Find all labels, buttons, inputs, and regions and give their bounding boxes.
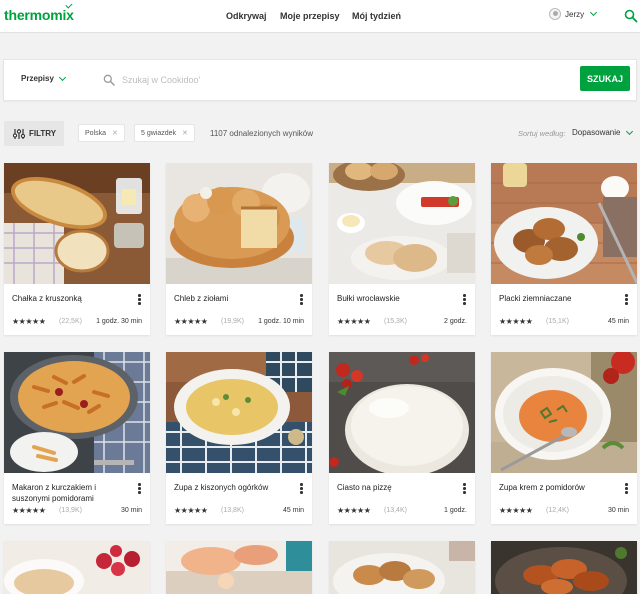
close-icon[interactable]: ✕ [112,130,118,137]
search-icon[interactable] [624,9,638,23]
recipe-card[interactable] [166,541,312,594]
cook-time: 2 godz. [444,318,467,325]
filter-chip-polska[interactable]: Polska ✕ [78,124,125,142]
logo-text: thermomix [4,7,74,23]
recipe-image[interactable] [329,352,475,473]
star-rating: ★★★★★ [12,317,46,326]
star-rating: ★★★★★ [337,317,371,326]
cook-time: 1 godz. [444,507,467,514]
recipe-card[interactable]: Zupa z kiszonych ogórków ★★★★★ (13,8K) 4… [166,352,312,524]
recipe-title[interactable]: Bułki wrocławskie [337,293,455,304]
filter-sliders-icon [12,127,26,139]
close-icon[interactable]: ✕ [182,130,188,137]
chevron-down-icon [589,8,598,17]
recipe-image[interactable] [329,541,475,594]
recipe-image[interactable] [4,163,150,284]
rating-count: (13,9K) [59,507,82,514]
recipe-image[interactable] [166,163,312,284]
star-rating: ★★★★★ [499,506,533,515]
thermomix-logo[interactable]: thermomix [4,1,74,23]
rating-count: (15,1K) [546,318,569,325]
recipe-card[interactable]: Placki ziemniaczane ★★★★★ (15,1K) 45 min [491,163,637,335]
recipe-card[interactable]: Chałka z kruszonką ★★★★★ (22,5K) 1 godz.… [4,163,150,335]
more-vertical-icon[interactable] [463,483,466,494]
recipe-image[interactable] [491,541,637,594]
more-vertical-icon[interactable] [300,294,303,305]
more-vertical-icon[interactable] [625,483,628,494]
recipe-image[interactable] [329,163,475,284]
results-count: 1107 odnalezionych wyników [210,129,314,138]
cook-time: 1 godz. 30 min [96,318,142,325]
rating-count: (13,8K) [221,507,244,514]
star-rating: ★★★★★ [337,506,371,515]
recipe-title[interactable]: Zupa z kiszonych ogórków [174,482,292,493]
search-scope-dropdown[interactable]: Przepisy [21,73,67,83]
nav-moj-tydzien[interactable]: Mój tydzień [352,11,401,21]
recipe-card[interactable]: Chleb z ziołami ★★★★★ (19,9K) 1 godz. 10… [166,163,312,335]
recipe-title[interactable]: Chałka z kruszonką [12,293,130,304]
chevron-down-icon[interactable] [625,127,634,136]
recipe-image[interactable] [166,352,312,473]
recipe-card[interactable] [329,541,475,594]
recipe-image[interactable] [4,541,150,594]
rating-count: (12,4K) [546,507,569,514]
sort-dropdown[interactable]: Dopasowanie [572,128,620,137]
rating-count: (22,5K) [59,318,82,325]
user-name: Jerzy [565,10,585,19]
nav-moje-przepisy[interactable]: Moje przepisy [280,11,340,21]
cook-time: 30 min [607,507,629,514]
star-rating: ★★★★★ [174,317,208,326]
search-input[interactable] [122,71,562,89]
recipe-card[interactable] [4,541,150,594]
cook-time: 1 godz. 10 min [258,318,304,325]
recipe-title[interactable]: Placki ziemniaczane [499,293,617,304]
recipe-image[interactable] [4,352,150,473]
recipe-image[interactable] [166,541,312,594]
cook-time: 45 min [607,318,629,325]
filters-button[interactable]: FILTRY [4,121,64,146]
more-vertical-icon[interactable] [138,294,141,305]
recipe-card[interactable]: Ciasto na pizzę ★★★★★ (13,4K) 1 godz. [329,352,475,524]
more-vertical-icon[interactable] [300,483,303,494]
recipe-card[interactable]: Bułki wrocławskie ★★★★★ (15,3K) 2 godz. [329,163,475,335]
recipe-card[interactable]: Makaron z kurczakiem i suszonymi pomidor… [4,352,150,524]
rating-count: (15,3K) [384,318,407,325]
search-scope-label: Przepisy [21,74,54,83]
recipe-title[interactable]: Chleb z ziołami [174,293,292,304]
recipe-image[interactable] [491,352,637,473]
recipe-title[interactable]: Zupa krem z pomidorów [499,482,617,493]
chevron-down-icon [58,73,67,82]
recipe-title[interactable]: Ciasto na pizzę [337,482,455,493]
recipe-card[interactable] [491,541,637,594]
star-rating: ★★★★★ [12,506,46,515]
filter-chip-5-gwiazdek[interactable]: 5 gwiazdek ✕ [134,124,195,142]
cook-time: 45 min [282,507,304,514]
more-vertical-icon[interactable] [463,294,466,305]
recipe-image[interactable] [491,163,637,284]
search-icon [103,73,115,86]
nav-odkrywaj[interactable]: Odkrywaj [226,11,267,21]
avatar [549,8,561,20]
sort-label: Sortuj według: [518,129,566,138]
search-panel: Przepisy SZUKAJ [3,59,637,101]
search-button[interactable]: SZUKAJ [580,66,630,91]
recipe-card[interactable]: Zupa krem z pomidorów ★★★★★ (12,4K) 30 m… [491,352,637,524]
rating-count: (13,4K) [384,507,407,514]
star-rating: ★★★★★ [174,506,208,515]
user-menu[interactable]: Jerzy [549,7,609,23]
chip-label: 5 gwiazdek [141,130,177,137]
rating-count: (19,9K) [221,318,244,325]
filters-label: FILTRY [29,129,57,138]
more-vertical-icon[interactable] [625,294,628,305]
chip-label: Polska [85,130,107,137]
top-navigation-bar: thermomix Odkrywaj Moje przepisy Mój tyd… [0,0,640,33]
cook-time: 30 min [120,507,142,514]
more-vertical-icon[interactable] [138,483,141,494]
star-rating: ★★★★★ [499,317,533,326]
recipe-title[interactable]: Makaron z kurczakiem i suszonymi pomidor… [12,482,130,504]
